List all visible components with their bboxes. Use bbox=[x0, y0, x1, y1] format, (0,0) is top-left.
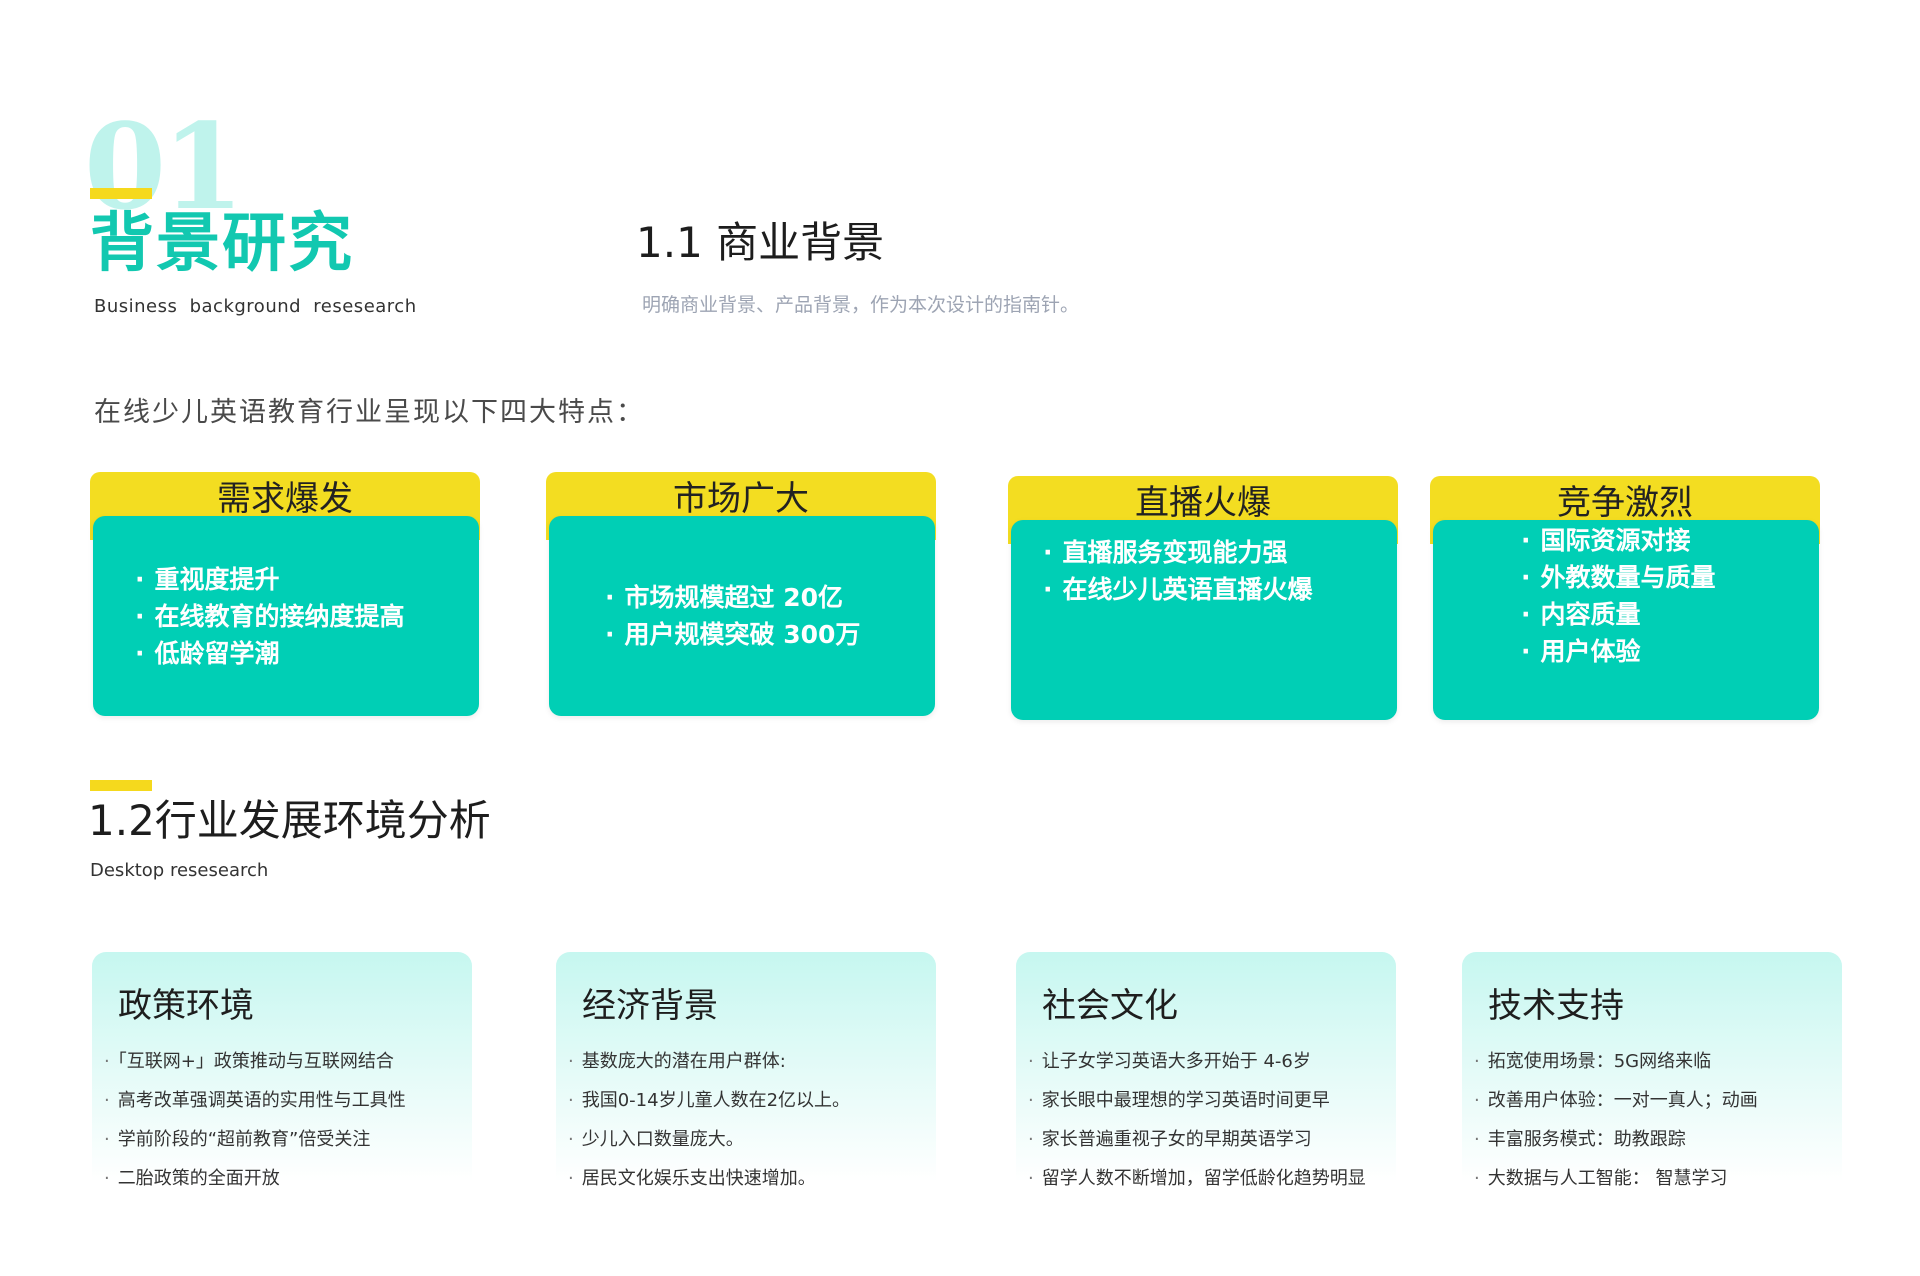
panel-item: 留学人数不断增加，留学低龄化趋势明显 bbox=[1028, 1159, 1366, 1198]
panel-item: 家长眼中最理想的学习英语时间更早 bbox=[1028, 1081, 1366, 1120]
feature-card: 直播火爆 直播服务变现能力强 在线少儿英语直播火爆 bbox=[1008, 476, 1398, 722]
feature-card: 市场广大 市场规模超过 20亿 用户规模突破 300万 bbox=[546, 472, 936, 718]
feature-item: 市场规模超过 20亿 bbox=[605, 579, 935, 616]
feature-item: 在线少儿英语直播火爆 bbox=[1043, 571, 1397, 608]
business-subheading: 明确商业背景、产品背景，作为本次设计的指南针。 bbox=[642, 294, 1080, 316]
feature-card: 竞争激烈 国际资源对接 外教数量与质量 内容质量 用户体验 bbox=[1430, 476, 1820, 722]
feature-card-body: 国际资源对接 外教数量与质量 内容质量 用户体验 bbox=[1433, 520, 1819, 720]
feature-card-body: 市场规模超过 20亿 用户规模突破 300万 bbox=[549, 516, 935, 716]
feature-card: 需求爆发 重视度提升 在线教育的接纳度提高 低龄留学潮 bbox=[90, 472, 480, 718]
panel-item: 我国0-14岁儿童人数在2亿以上。 bbox=[568, 1081, 850, 1120]
panel-item: 二胎政策的全面开放 bbox=[104, 1159, 406, 1198]
analysis-panel: 技术支持 拓宽使用场景：5G网络来临 改善用户体验：一对一真人；动画 丰富服务模… bbox=[1462, 952, 1842, 1189]
panel-item: 丰富服务模式：助教跟踪 bbox=[1474, 1120, 1758, 1159]
panel-item: 大数据与人工智能： 智慧学习 bbox=[1474, 1159, 1758, 1198]
intro-text: 在线少儿英语教育行业呈现以下四大特点： bbox=[94, 397, 645, 428]
feature-item: 内容质量 bbox=[1521, 596, 1819, 633]
analysis-panel: 政策环境 「互联网+」政策推动与互联网结合 高考改革强调英语的实用性与工具性 学… bbox=[92, 952, 472, 1189]
feature-item: 在线教育的接纳度提高 bbox=[135, 598, 479, 635]
panel-title: 经济背景 bbox=[582, 986, 718, 1026]
panel-item: 让子女学习英语大多开始于 4-6岁 bbox=[1028, 1042, 1366, 1081]
panel-title: 技术支持 bbox=[1488, 986, 1624, 1026]
industry-subheading: Desktop resesearch bbox=[90, 860, 269, 881]
panel-item: 家长普遍重视子女的早期英语学习 bbox=[1028, 1120, 1366, 1159]
panel-item: 居民文化娱乐支出快速增加。 bbox=[568, 1159, 850, 1198]
accent-bar bbox=[90, 780, 152, 791]
panel-title: 政策环境 bbox=[118, 986, 254, 1026]
industry-heading: 1.2行业发展环境分析 bbox=[88, 796, 491, 845]
feature-item: 国际资源对接 bbox=[1521, 522, 1819, 559]
feature-item: 直播服务变现能力强 bbox=[1043, 534, 1397, 571]
section-subtitle: Business background resesearch bbox=[94, 296, 417, 317]
accent-bar bbox=[90, 188, 152, 199]
feature-item: 外教数量与质量 bbox=[1521, 559, 1819, 596]
feature-item: 用户体验 bbox=[1521, 633, 1819, 670]
feature-item: 低龄留学潮 bbox=[135, 635, 479, 672]
analysis-panel: 经济背景 基数庞大的潜在用户群体: 我国0-14岁儿童人数在2亿以上。 少儿入口… bbox=[556, 952, 936, 1189]
feature-item: 重视度提升 bbox=[135, 561, 479, 598]
panel-item: 「互联网+」政策推动与互联网结合 bbox=[104, 1042, 406, 1081]
section-title: 背景研究 bbox=[90, 207, 354, 281]
business-heading: 1.1 商业背景 bbox=[636, 218, 885, 267]
feature-card-body: 直播服务变现能力强 在线少儿英语直播火爆 bbox=[1011, 520, 1397, 720]
feature-item: 用户规模突破 300万 bbox=[605, 616, 935, 653]
panel-item: 拓宽使用场景：5G网络来临 bbox=[1474, 1042, 1758, 1081]
feature-card-body: 重视度提升 在线教育的接纳度提高 低龄留学潮 bbox=[93, 516, 479, 716]
panel-title: 社会文化 bbox=[1042, 986, 1178, 1026]
panel-item: 少儿入口数量庞大。 bbox=[568, 1120, 850, 1159]
panel-item: 高考改革强调英语的实用性与工具性 bbox=[104, 1081, 406, 1120]
analysis-panel: 社会文化 让子女学习英语大多开始于 4-6岁 家长眼中最理想的学习英语时间更早 … bbox=[1016, 952, 1396, 1189]
panel-item: 改善用户体验：一对一真人；动画 bbox=[1474, 1081, 1758, 1120]
panel-item: 学前阶段的“超前教育”倍受关注 bbox=[104, 1120, 406, 1159]
panel-item: 基数庞大的潜在用户群体: bbox=[568, 1042, 850, 1081]
